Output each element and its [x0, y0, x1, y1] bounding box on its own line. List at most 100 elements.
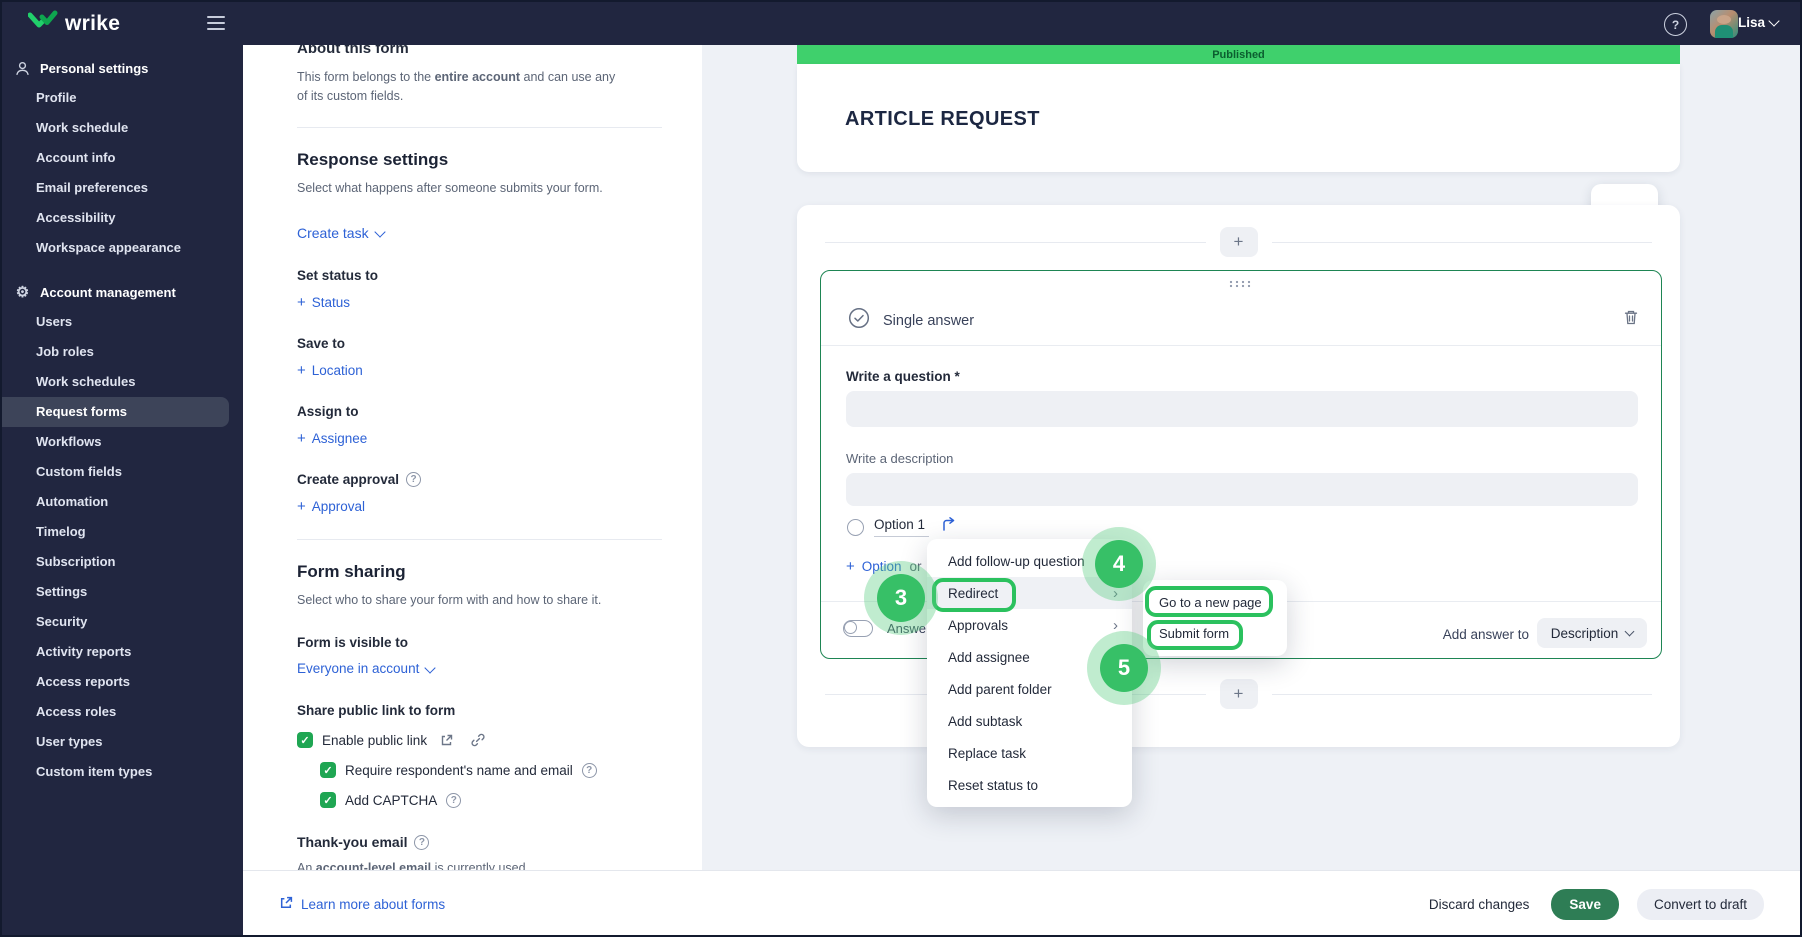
plus-icon — [297, 362, 306, 379]
sidebar-item-subscription[interactable]: Subscription — [2, 547, 243, 577]
single-answer-icon — [848, 307, 870, 334]
copy-link-icon[interactable] — [471, 733, 485, 747]
description-input[interactable] — [846, 473, 1638, 506]
sidebar-item-timelog[interactable]: Timelog — [2, 517, 243, 547]
sidebar-item-job-roles[interactable]: Job roles — [2, 337, 243, 367]
answer-target-value: Description — [1550, 625, 1619, 641]
option-label[interactable]: Option 1 — [874, 517, 930, 537]
user-name-label: Lisa — [1737, 15, 1765, 30]
sidebar-item-email-preferences[interactable]: Email preferences — [2, 173, 243, 203]
chevron-down-icon — [1624, 626, 1635, 637]
sidebar-item-activity-reports[interactable]: Activity reports — [2, 637, 243, 667]
chevron-right-icon — [1113, 618, 1118, 633]
sidebar-item-account-info[interactable]: Account info — [2, 143, 243, 173]
avatar[interactable] — [1710, 10, 1738, 38]
annotation-badge-5: 5 — [1087, 631, 1161, 705]
chevron-down-icon — [373, 226, 386, 238]
sidebar-item-profile[interactable]: Profile — [2, 83, 243, 113]
add-approval-link[interactable]: Approval — [297, 498, 662, 515]
question-type-label: Single answer — [883, 312, 975, 329]
help-circle-icon[interactable] — [446, 792, 462, 808]
sidebar-item-access-roles[interactable]: Access roles — [2, 697, 243, 727]
create-task-dropdown[interactable]: Create task — [297, 225, 386, 241]
learn-more-label: Learn more about forms — [301, 897, 446, 912]
hamburger-menu-icon[interactable] — [207, 16, 225, 30]
trash-icon[interactable] — [1623, 309, 1639, 331]
help-circle-icon[interactable] — [581, 762, 597, 778]
help-icon[interactable]: ? — [1664, 13, 1687, 36]
save-button[interactable]: Save — [1551, 889, 1619, 920]
add-captcha-checkbox[interactable] — [320, 792, 336, 808]
sidebar-section-label: Account management — [40, 284, 176, 300]
user-menu[interactable]: Lisa — [1737, 15, 1780, 30]
sidebar-section-account-management[interactable]: ⚙ Account management — [2, 277, 243, 307]
add-status-link[interactable]: Status — [297, 294, 662, 311]
top-bar: wrike ? Lisa — [2, 2, 1800, 45]
enable-public-link-checkbox[interactable] — [297, 732, 313, 748]
sidebar-item-work-schedules[interactable]: Work schedules — [2, 367, 243, 397]
create-approval-label: Create approval — [297, 472, 662, 487]
sidebar-section-personal-settings[interactable]: Personal settings — [2, 53, 243, 83]
visible-to-dropdown[interactable]: Everyone in account — [297, 661, 436, 676]
plus-icon — [297, 294, 306, 311]
question-label: Write a question * — [846, 369, 960, 384]
menu-item-approvals[interactable]: Approvals — [927, 609, 1132, 641]
plus-icon — [297, 430, 306, 447]
form-preview-area: Published ARTICLE REQUEST Page 1 Single … — [702, 45, 1800, 870]
branch-logic-icon[interactable] — [941, 517, 957, 537]
submenu-item-go-to-new-page[interactable]: Go to a new page — [1143, 587, 1287, 618]
help-circle-icon[interactable] — [414, 834, 430, 850]
sidebar-item-users[interactable]: Users — [2, 307, 243, 337]
footer-bar: Learn more about forms Discard changes S… — [243, 870, 1800, 935]
share-public-link-label: Share public link to form — [297, 703, 456, 718]
add-question-row-top — [825, 227, 1652, 257]
add-question-button[interactable] — [1219, 227, 1258, 257]
sidebar-item-accessibility[interactable]: Accessibility — [2, 203, 243, 233]
question-input[interactable] — [846, 391, 1638, 427]
sidebar-item-custom-fields[interactable]: Custom fields — [2, 457, 243, 487]
form-sharing-subtitle: Select who to share your form with and h… — [297, 593, 602, 607]
sidebar-item-request-forms[interactable]: Request forms — [2, 397, 229, 427]
radio-icon[interactable] — [847, 518, 864, 536]
form-title-card: ARTICLE REQUEST — [797, 64, 1680, 172]
menu-item-reset-status-to[interactable]: Reset status to — [927, 769, 1132, 801]
require-name-checkbox[interactable] — [320, 762, 336, 778]
help-circle-icon[interactable] — [406, 472, 422, 487]
menu-item-add-subtask[interactable]: Add subtask — [927, 705, 1132, 737]
sidebar-item-workflows[interactable]: Workflows — [2, 427, 243, 457]
add-assignee-link[interactable]: Assignee — [297, 430, 662, 447]
external-link-icon[interactable] — [440, 734, 453, 747]
sidebar-item-user-types[interactable]: User types — [2, 727, 243, 757]
answers-toggle[interactable] — [843, 620, 873, 637]
add-question-button[interactable] — [1219, 679, 1258, 709]
sidebar: Personal settings Profile Work schedule … — [2, 45, 243, 935]
learn-more-link[interactable]: Learn more about forms — [279, 896, 445, 913]
convert-to-draft-button[interactable]: Convert to draft — [1636, 889, 1764, 920]
wrike-logo-text: wrike — [65, 11, 121, 35]
app-window: wrike ? Lisa Personal settings Profile W… — [0, 0, 1802, 937]
wrike-logo[interactable]: wrike — [27, 9, 121, 38]
sidebar-item-access-reports[interactable]: Access reports — [2, 667, 243, 697]
add-captcha-row: Add CAPTCHA — [320, 792, 662, 808]
submenu-item-submit-form[interactable]: Submit form — [1143, 618, 1287, 649]
sidebar-item-settings[interactable]: Settings — [2, 577, 243, 607]
gear-icon: ⚙ — [15, 284, 30, 301]
menu-item-replace-task[interactable]: Replace task — [927, 737, 1132, 769]
person-icon — [14, 61, 31, 76]
sidebar-item-security[interactable]: Security — [2, 607, 243, 637]
thankyou-email-note: An account-level email is currently used — [297, 861, 526, 870]
add-location-link[interactable]: Location — [297, 362, 662, 379]
answer-target-dropdown[interactable]: Description — [1537, 618, 1647, 648]
enable-public-link-row: Enable public link — [297, 732, 662, 748]
question-type-row: Single answer — [848, 307, 974, 334]
sidebar-item-automation[interactable]: Automation — [2, 487, 243, 517]
plus-icon — [297, 498, 306, 515]
sidebar-item-workspace-appearance[interactable]: Workspace appearance — [2, 233, 243, 263]
external-link-icon — [279, 896, 293, 913]
drag-handle-icon[interactable] — [1228, 280, 1251, 288]
sidebar-item-work-schedule[interactable]: Work schedule — [2, 113, 243, 143]
sidebar-item-custom-item-types[interactable]: Custom item types — [2, 757, 243, 787]
discard-changes-button[interactable]: Discard changes — [1429, 897, 1530, 912]
add-answer-to-label: Add answer to — [1442, 627, 1529, 642]
require-name-label: Require respondent's name and email — [345, 762, 573, 778]
